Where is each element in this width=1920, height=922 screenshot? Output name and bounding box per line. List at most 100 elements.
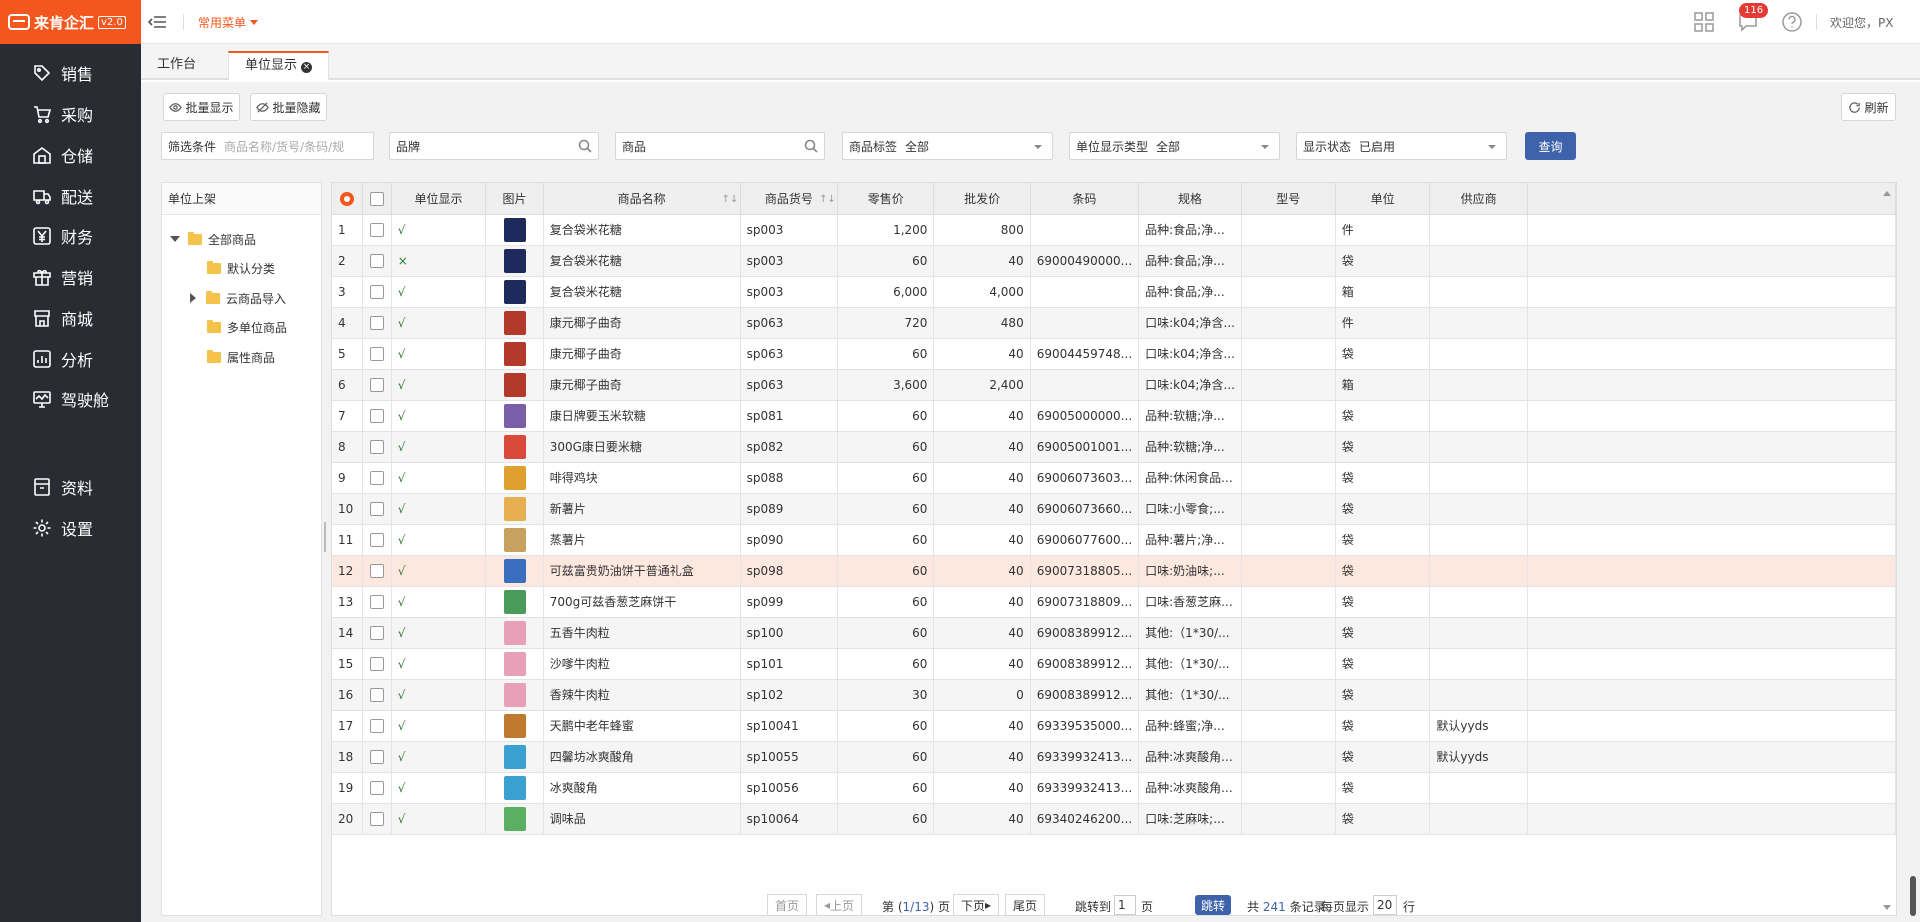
goods-input[interactable]: 商品: [615, 132, 825, 160]
row-checkbox[interactable]: [362, 276, 392, 308]
checkbox-icon[interactable]: [369, 377, 384, 392]
query-button[interactable]: 查询: [1525, 132, 1576, 160]
app-logo[interactable]: 来肯企汇 v2.0: [0, 0, 141, 44]
checkbox-icon[interactable]: [369, 687, 384, 702]
checkbox-icon[interactable]: [369, 656, 384, 671]
tree-node-default[interactable]: 默认分类: [207, 257, 275, 279]
row-checkbox[interactable]: [362, 400, 392, 432]
table-row[interactable]: 19 √ 冰爽酸角 sp10056 60 40 69339932413... 品种:冰爽酸角.…: [332, 772, 1896, 804]
checkbox-icon[interactable]: [369, 563, 384, 578]
column-header[interactable]: 条码: [1030, 183, 1140, 215]
checkbox-icon[interactable]: [369, 470, 384, 485]
per-page-input[interactable]: [1373, 895, 1397, 915]
column-header-sortable[interactable]: 商品货号: [740, 183, 839, 215]
row-checkbox[interactable]: [362, 586, 392, 618]
table-row[interactable]: 2 × 复合袋米花糖 sp003 60 40 69000490000... 品种:食品;净..…: [332, 245, 1896, 277]
refresh-button[interactable]: 刷新: [1841, 93, 1896, 121]
checkbox-icon[interactable]: [369, 749, 384, 764]
table-row[interactable]: 12 √ 可兹富贵奶油饼干普通礼盒 sp098 60 40 69007318805... 口味…: [332, 555, 1896, 587]
table-row[interactable]: 5 √ 康元椰子曲奇 sp063 60 40 69004459748... 口味:k04;净含…: [332, 338, 1896, 370]
sidebar-item-8[interactable]: 驾驶舱: [0, 384, 141, 414]
row-checkbox[interactable]: [362, 710, 392, 742]
sidebar-item-3[interactable]: 配送: [0, 181, 141, 211]
column-header[interactable]: 单位: [1335, 183, 1431, 215]
common-menu-dropdown[interactable]: 常用菜单: [198, 14, 258, 31]
display-status-select[interactable]: 显示状态 已启用: [1296, 132, 1507, 160]
sidebar-item-10[interactable]: 设置: [0, 513, 141, 543]
jump-page-input[interactable]: [1114, 895, 1136, 915]
menu-collapse-icon[interactable]: [147, 12, 168, 32]
row-checkbox[interactable]: [362, 617, 392, 649]
batch-hide-button[interactable]: 批量隐藏: [250, 93, 327, 121]
row-checkbox[interactable]: [362, 803, 392, 835]
table-row[interactable]: 10 √ 新薯片 sp089 60 40 69006073660... 口味:小零食;... 袋: [332, 493, 1896, 525]
table-row[interactable]: 8 √ 300G康日要米糖 sp082 60 40 69005001001... 品种:软糖;…: [332, 431, 1896, 463]
table-row[interactable]: 11 √ 蒸薯片 sp090 60 40 69006077600... 品种:薯片;净... 袋: [332, 524, 1896, 556]
checkbox-icon[interactable]: [369, 408, 384, 423]
window-scrollbar[interactable]: [1910, 876, 1916, 916]
expand-arrow-icon[interactable]: [188, 293, 198, 303]
sort-icon[interactable]: [819, 191, 831, 205]
table-row[interactable]: 16 √ 香辣牛肉粒 sp102 30 0 69008389912... 其他:（1*30/.…: [332, 679, 1896, 711]
checkbox-icon[interactable]: [369, 315, 384, 330]
first-page-button[interactable]: 首页: [767, 894, 807, 916]
column-header[interactable]: 型号: [1241, 183, 1336, 215]
checkbox-icon[interactable]: [369, 284, 384, 299]
tree-node-all-goods[interactable]: 全部商品: [170, 228, 256, 250]
table-row[interactable]: 17 √ 天鹏中老年蜂蜜 sp10041 60 40 69339535000... 品种:蜂蜜…: [332, 710, 1896, 742]
tab-workbench[interactable]: 工作台: [141, 51, 212, 80]
table-row[interactable]: 7 √ 康日牌要玉米软糖 sp081 60 40 69005000000... 品种:软糖;净…: [332, 400, 1896, 432]
row-checkbox[interactable]: [362, 679, 392, 711]
batch-show-button[interactable]: 批量显示: [163, 93, 240, 121]
next-page-button[interactable]: 下页 ▸: [953, 894, 999, 916]
checkbox-icon[interactable]: [369, 594, 384, 609]
row-checkbox[interactable]: [362, 338, 392, 370]
table-scrollbar[interactable]: [1883, 187, 1893, 915]
select-all-checkbox[interactable]: [362, 183, 392, 215]
tab-close-icon[interactable]: ×: [301, 62, 313, 73]
jump-button[interactable]: 跳转: [1195, 895, 1231, 915]
scroll-up-icon[interactable]: [1883, 187, 1891, 196]
checkbox-icon[interactable]: [369, 439, 384, 454]
checkbox-icon[interactable]: [369, 501, 384, 516]
checkbox-icon[interactable]: [369, 811, 384, 826]
filter-condition-input[interactable]: 筛选条件 商品名称/货号/条码/规: [161, 132, 374, 160]
checkbox-icon[interactable]: [369, 718, 384, 733]
table-row[interactable]: 1 √ 复合袋米花糖 sp003 1,200 800 品种:食品;净... 件: [332, 214, 1896, 246]
table-row[interactable]: 18 √ 四馨坊冰爽酸角 sp10055 60 40 69339932413... 品种:冰爽…: [332, 741, 1896, 773]
column-settings[interactable]: [332, 183, 363, 215]
row-checkbox[interactable]: [362, 431, 392, 463]
column-header-sortable[interactable]: 商品名称: [543, 183, 741, 215]
panel-splitter[interactable]: [324, 522, 326, 552]
table-row[interactable]: 9 √ 啡得鸡块 sp088 60 40 69006073603... 品种:休闲食品... 袋: [332, 462, 1896, 494]
sidebar-item-2[interactable]: 仓储: [0, 140, 141, 170]
sidebar-item-6[interactable]: 商城: [0, 303, 141, 333]
row-checkbox[interactable]: [362, 462, 392, 494]
checkbox-icon[interactable]: [369, 253, 384, 268]
tree-node-attribute[interactable]: 属性商品: [207, 346, 275, 368]
last-page-button[interactable]: 尾页: [1005, 894, 1045, 916]
sidebar-item-7[interactable]: 分析: [0, 344, 141, 374]
sidebar-item-1[interactable]: 采购: [0, 99, 141, 129]
column-header[interactable]: 单位显示: [391, 183, 487, 215]
sort-icon[interactable]: [722, 191, 734, 205]
tree-node-multi-unit[interactable]: 多单位商品: [207, 316, 287, 338]
welcome-user[interactable]: 欢迎您，PX: [1830, 14, 1893, 31]
sidebar-item-0[interactable]: 销售: [0, 58, 141, 88]
table-row[interactable]: 3 √ 复合袋米花糖 sp003 6,000 4,000 品种:食品;净... 箱: [332, 276, 1896, 308]
checkbox-icon[interactable]: [369, 780, 384, 795]
tab-unit-display[interactable]: 单位显示 ×: [228, 51, 330, 80]
column-header[interactable]: 规格: [1138, 183, 1242, 215]
tree-node-cloud-import[interactable]: 云商品导入: [188, 287, 286, 309]
unit-display-type-select[interactable]: 单位显示类型 全部: [1069, 132, 1280, 160]
sidebar-item-4[interactable]: 财务: [0, 221, 141, 251]
checkbox-icon[interactable]: [369, 625, 384, 640]
prev-page-button[interactable]: ◂ 上页: [816, 894, 862, 916]
sidebar-item-9[interactable]: 资料: [0, 472, 141, 502]
row-checkbox[interactable]: [362, 772, 392, 804]
table-row[interactable]: 20 √ 调味品 sp10064 60 40 69340246200... 口味:芝麻味;..…: [332, 803, 1896, 835]
checkbox-icon[interactable]: [369, 532, 384, 547]
row-checkbox[interactable]: [362, 214, 392, 246]
table-row[interactable]: 14 √ 五香牛肉粒 sp100 60 40 69008389912... 其他:（1*30/…: [332, 617, 1896, 649]
expand-arrow-icon[interactable]: [170, 234, 180, 244]
